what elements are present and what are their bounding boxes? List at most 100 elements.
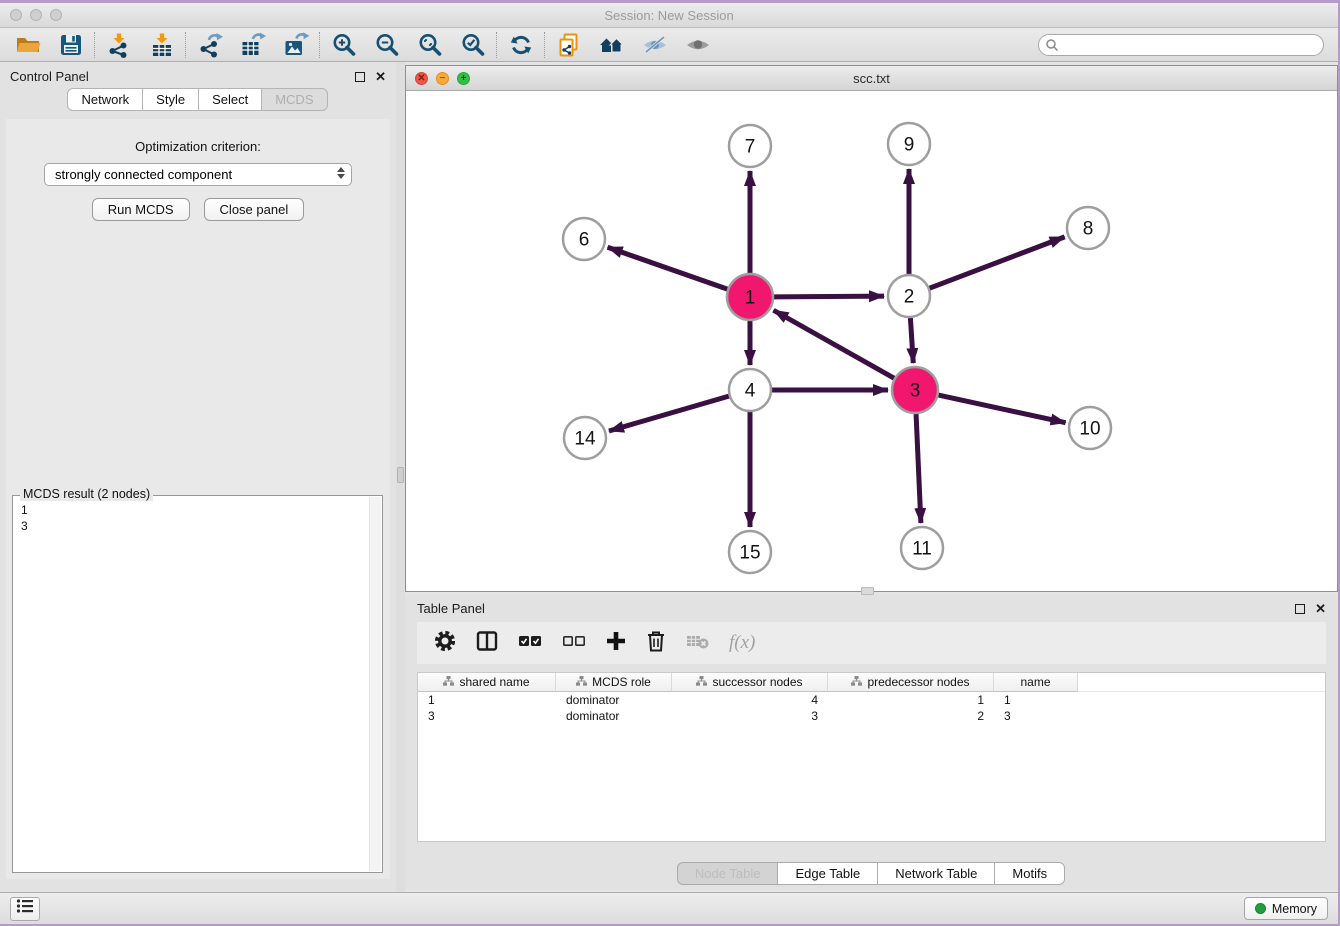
table-cell[interactable]: 2 xyxy=(828,708,994,724)
zoom-selected-button[interactable] xyxy=(451,30,494,60)
table-row[interactable]: 3dominator323 xyxy=(418,708,1325,724)
graph-node-7[interactable]: 7 xyxy=(729,125,771,167)
svg-text:1: 1 xyxy=(745,288,756,309)
header-filler xyxy=(1078,673,1325,692)
column-header-shared-name[interactable]: shared name xyxy=(418,673,556,692)
graph-node-1[interactable]: 1 xyxy=(727,274,773,320)
refresh-button[interactable] xyxy=(499,30,542,60)
graph-node-14[interactable]: 14 xyxy=(564,417,606,459)
table-cell[interactable]: 1 xyxy=(828,692,994,708)
graph-node-9[interactable]: 9 xyxy=(888,123,930,165)
tab-select[interactable]: Select xyxy=(198,88,262,111)
network-resize-grip[interactable] xyxy=(861,587,874,595)
graph-node-11[interactable]: 11 xyxy=(901,527,943,569)
column-header-MCDS-role[interactable]: MCDS role xyxy=(556,673,672,692)
graph-edge-3-10[interactable] xyxy=(938,395,1065,423)
zoom-in-button[interactable] xyxy=(322,30,365,60)
column-header-predecessor-nodes[interactable]: predecessor nodes xyxy=(828,673,994,692)
graph-node-8[interactable]: 8 xyxy=(1067,207,1109,249)
graph-node-3[interactable]: 3 xyxy=(892,367,938,413)
split-view-button[interactable] xyxy=(475,629,499,658)
home-icon xyxy=(598,32,626,58)
graph-node-2[interactable]: 2 xyxy=(888,275,930,317)
table-cell[interactable]: 3 xyxy=(672,708,828,724)
memory-button[interactable]: Memory xyxy=(1244,897,1328,920)
hide-details-button[interactable] xyxy=(633,30,676,60)
export-image-button[interactable] xyxy=(274,30,317,60)
panel-splitter[interactable] xyxy=(396,62,405,892)
delete-table-button xyxy=(685,630,711,657)
run-mcds-button[interactable]: Run MCDS xyxy=(92,198,190,221)
delete-table-icon xyxy=(685,630,711,657)
table-cell[interactable]: dominator xyxy=(556,708,672,724)
graph-edge-1-6[interactable] xyxy=(608,247,728,289)
graph-edge-2-3[interactable] xyxy=(910,318,913,363)
table-cell[interactable]: 3 xyxy=(418,708,556,724)
result-scrollbar[interactable] xyxy=(369,497,381,871)
graph-edge-3-1[interactable] xyxy=(774,310,895,378)
import-table-button[interactable] xyxy=(140,30,183,60)
column-header-successor-nodes[interactable]: successor nodes xyxy=(672,673,828,692)
zoom-fit-button[interactable] xyxy=(408,30,451,60)
splitter-grip[interactable] xyxy=(397,467,404,483)
tab-motifs[interactable]: Motifs xyxy=(994,862,1065,885)
tab-mcds[interactable]: MCDS xyxy=(261,88,327,111)
graph-node-10[interactable]: 10 xyxy=(1069,407,1111,449)
open-session-button[interactable] xyxy=(6,30,49,60)
float-table-panel-button[interactable] xyxy=(1295,604,1305,614)
close-panel-button[interactable]: Close panel xyxy=(204,198,305,221)
trash-icon xyxy=(645,629,667,658)
network-titlebar: ✕ − + scc.txt xyxy=(406,66,1337,91)
table-cell[interactable]: 3 xyxy=(994,708,1078,724)
graph-node-6[interactable]: 6 xyxy=(563,218,605,260)
table-cell[interactable]: dominator xyxy=(556,692,672,708)
graph-node-4[interactable]: 4 xyxy=(729,369,771,411)
table-cell[interactable]: 4 xyxy=(672,692,828,708)
select-all-columns-button[interactable] xyxy=(517,629,543,658)
graph-edge-4-14[interactable] xyxy=(609,396,729,431)
zoom-in-icon xyxy=(331,32,357,58)
tab-edge-table[interactable]: Edge Table xyxy=(777,862,878,885)
export-image-icon xyxy=(283,32,309,58)
search-input[interactable] xyxy=(1038,34,1324,56)
close-panel-icon-button[interactable]: ✕ xyxy=(375,72,386,82)
tab-network-table[interactable]: Network Table xyxy=(877,862,995,885)
fx-icon: f(x) xyxy=(729,632,755,654)
import-network-button[interactable] xyxy=(97,30,140,60)
import-network-icon xyxy=(106,32,132,58)
graph-edge-1-2[interactable] xyxy=(774,296,884,297)
table-cell[interactable]: 1 xyxy=(994,692,1078,708)
column-header-name[interactable]: name xyxy=(994,673,1078,692)
tab-style[interactable]: Style xyxy=(142,88,199,111)
show-details-button[interactable] xyxy=(676,30,719,60)
table-cell[interactable]: 1 xyxy=(418,692,556,708)
graph-node-15[interactable]: 15 xyxy=(729,531,771,573)
table-row[interactable]: 1dominator411 xyxy=(418,692,1325,708)
network-canvas[interactable]: 7 9 6 8 1 2 4 3 14 10 15 11 xyxy=(406,91,1337,591)
tab-network[interactable]: Network xyxy=(67,88,143,111)
close-table-panel-button[interactable]: ✕ xyxy=(1315,604,1326,614)
duplicate-network-button[interactable] xyxy=(547,30,590,60)
zoom-out-button[interactable] xyxy=(365,30,408,60)
hierarchy-icon xyxy=(576,675,587,689)
delete-row-button[interactable] xyxy=(645,629,667,658)
graph-edge-3-11[interactable] xyxy=(916,414,921,523)
optimization-label: Optimization criterion: xyxy=(6,139,390,154)
export-network-button[interactable] xyxy=(188,30,231,60)
add-row-button[interactable] xyxy=(605,630,627,657)
export-table-button[interactable] xyxy=(231,30,274,60)
graph-edge-2-8[interactable] xyxy=(930,237,1065,288)
tab-node-table[interactable]: Node Table xyxy=(677,862,779,885)
task-history-button[interactable] xyxy=(10,897,40,921)
float-panel-button[interactable] xyxy=(355,72,365,82)
table-settings-button[interactable] xyxy=(433,629,457,658)
save-session-button[interactable] xyxy=(49,30,92,60)
apply-layout-button[interactable] xyxy=(590,30,633,60)
svg-text:3: 3 xyxy=(910,381,921,402)
criterion-select[interactable]: strongly connected component xyxy=(44,163,352,186)
export-table-icon xyxy=(240,32,266,58)
control-panel-title: Control Panel xyxy=(10,69,89,84)
plus-icon xyxy=(605,630,627,657)
deselect-all-columns-button[interactable] xyxy=(561,629,587,658)
svg-text:14: 14 xyxy=(574,429,596,450)
